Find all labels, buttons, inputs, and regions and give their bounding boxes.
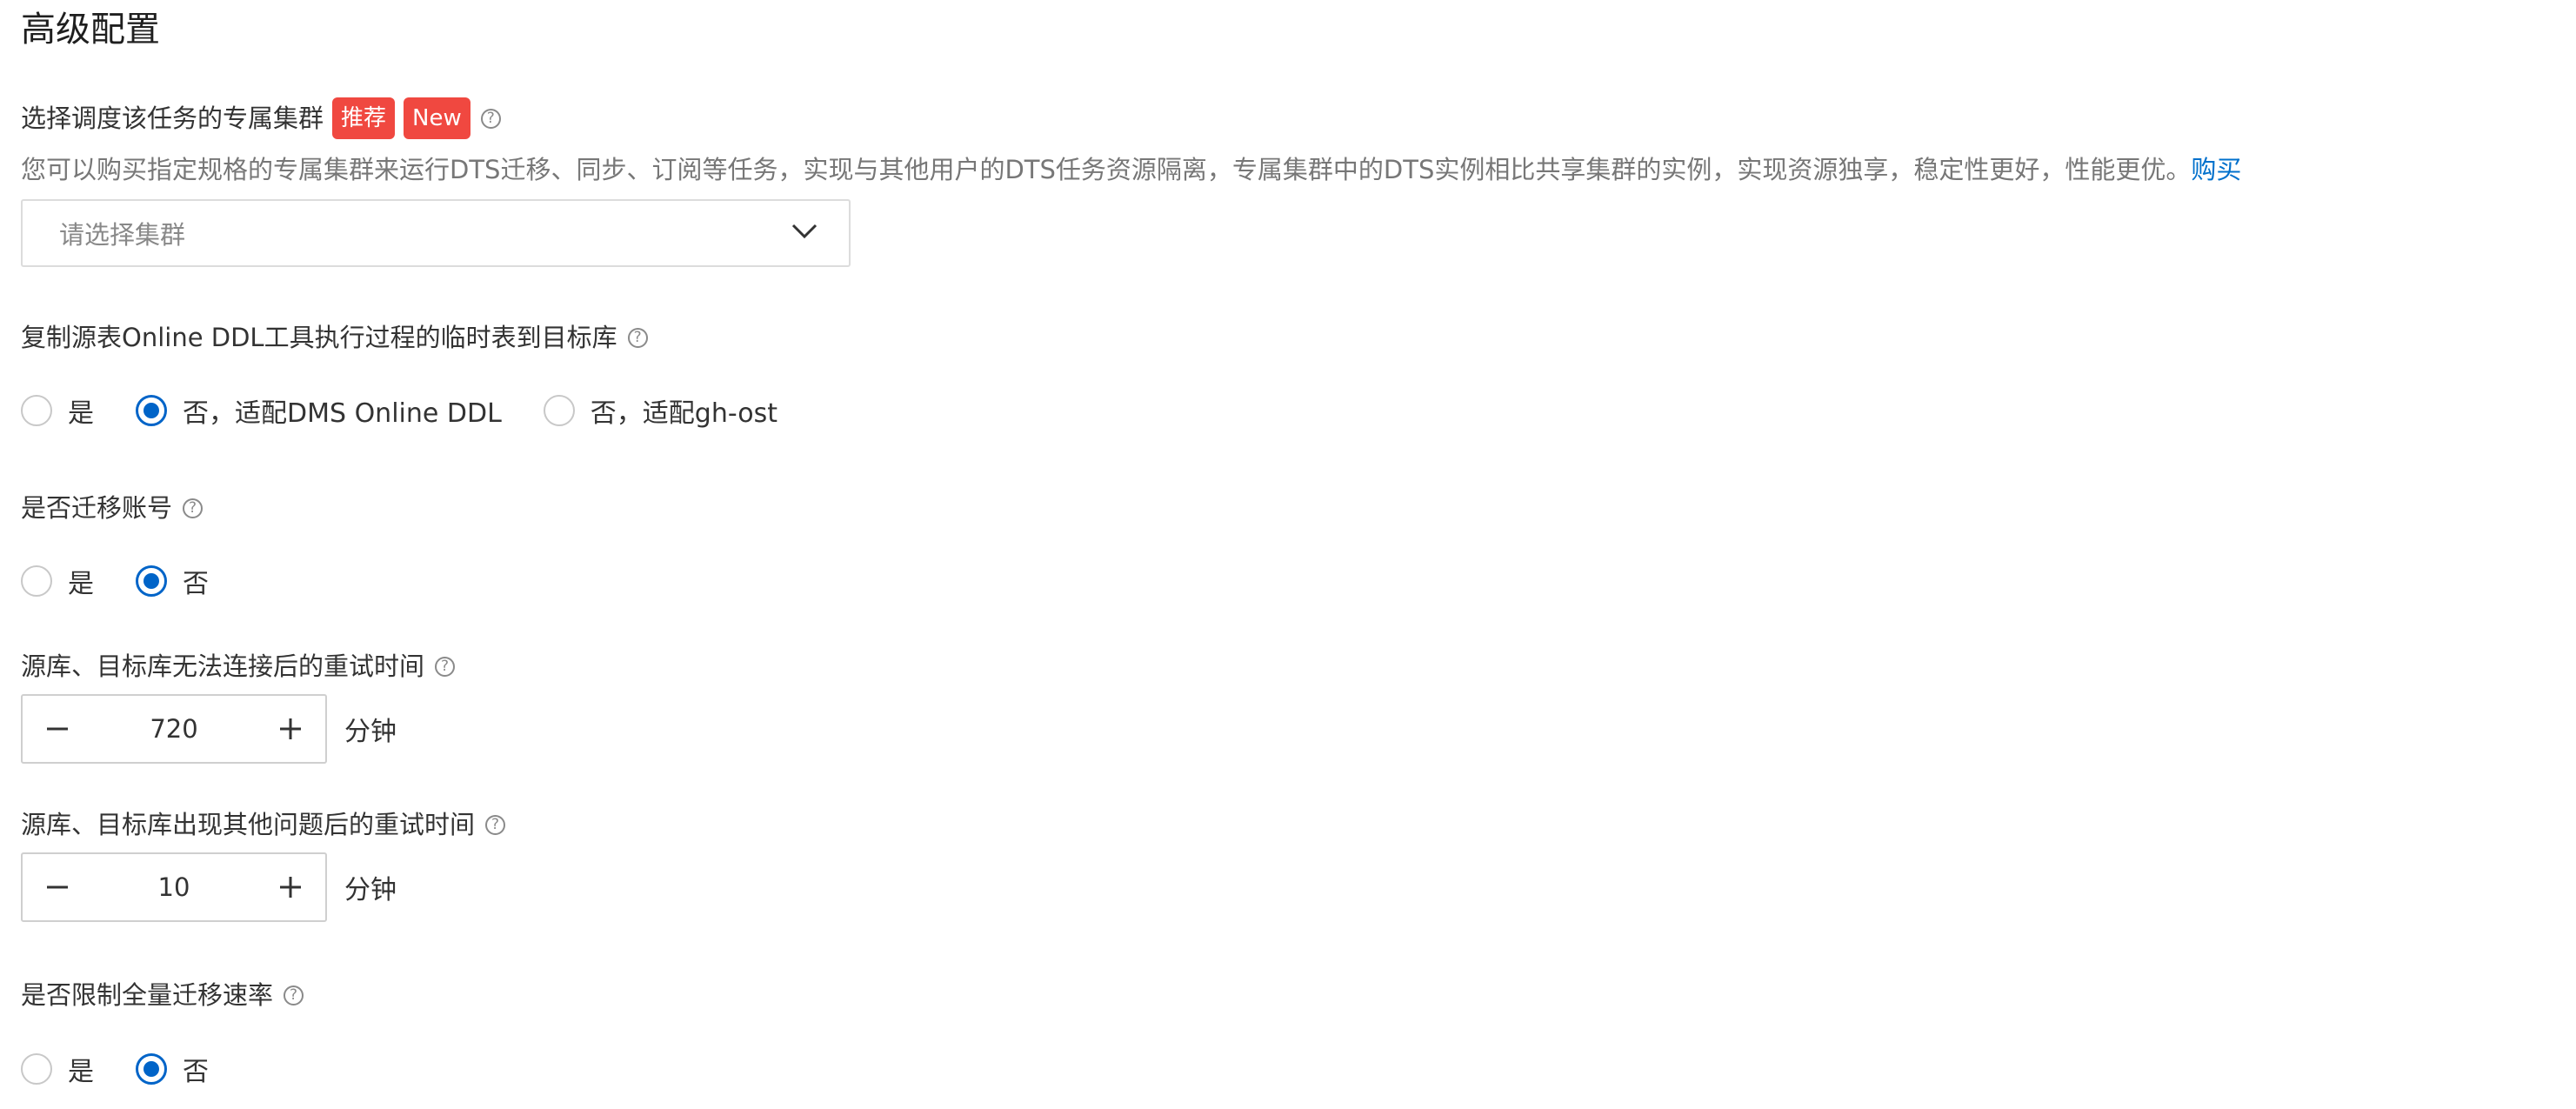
radio-button-checked[interactable] [136,1053,167,1085]
page-title: 高级配置 [21,10,160,50]
cluster-section: 选择调度该任务的专属集群 推荐 New ? [21,97,501,139]
cluster-description-text: 您可以购买指定规格的专属集群来运行DTS迁移、同步、订阅等任务，实现与其他用户的… [21,155,2192,184]
radio-button[interactable] [21,565,52,597]
help-icon[interactable]: ? [480,108,501,129]
help-icon[interactable]: ? [485,814,506,835]
online-ddl-option-ghost[interactable]: 否，适配gh-ost [543,391,777,430]
help-icon[interactable]: ? [627,327,648,348]
cluster-label: 选择调度该任务的专属集群 [21,104,324,133]
retry-other-control: 10 分钟 [21,852,397,922]
limit-rate-radio-group: 是 否 [21,1050,250,1088]
retry-other-unit: 分钟 [344,875,397,905]
retry-other-value[interactable]: 10 [92,872,256,902]
radio-button[interactable] [21,395,52,426]
radio-button-checked[interactable] [136,565,167,597]
limit-rate-section: 是否限制全量迁移速率 ? [21,978,304,1012]
migrate-account-option-no[interactable]: 否 [136,562,209,600]
minus-icon[interactable] [23,854,92,920]
chevron-down-icon [791,224,818,243]
radio-label: 否，适配DMS Online DDL [183,398,502,429]
limit-rate-label: 是否限制全量迁移速率 [21,980,274,1010]
limit-rate-option-yes[interactable]: 是 [21,1050,94,1088]
help-icon[interactable]: ? [284,985,304,1005]
radio-label: 否，适配gh-ost [590,398,777,429]
retry-other-stepper[interactable]: 10 [21,852,327,922]
radio-button[interactable] [21,1053,52,1085]
migrate-account-section: 是否迁移账号 ? [21,491,204,525]
radio-label: 是 [68,398,94,429]
radio-label: 否 [183,569,209,599]
radio-button-checked[interactable] [136,395,167,426]
minus-icon[interactable] [23,696,92,762]
retry-connect-label: 源库、目标库无法连接后的重试时间 [21,651,425,681]
cluster-description: 您可以购买指定规格的专属集群来运行DTS迁移、同步、订阅等任务，实现与其他用户的… [21,152,2241,187]
cluster-select[interactable]: 请选择集群 [21,199,851,267]
help-icon[interactable]: ? [435,656,456,677]
plus-icon[interactable] [256,854,325,920]
buy-link[interactable]: 购买 [2191,155,2241,184]
online-ddl-section: 复制源表Online DDL工具执行过程的临时表到目标库 ? [21,320,648,355]
help-icon[interactable]: ? [183,498,204,518]
cluster-select-placeholder: 请选择集群 [59,220,186,250]
retry-connect-section: 源库、目标库无法连接后的重试时间 ? [21,649,456,684]
retry-connect-stepper[interactable]: 720 [21,694,327,764]
online-ddl-option-dms[interactable]: 否，适配DMS Online DDL [136,391,502,430]
retry-connect-control: 720 分钟 [21,694,397,764]
retry-other-label: 源库、目标库出现其他问题后的重试时间 [21,810,476,839]
limit-rate-option-no[interactable]: 否 [136,1050,209,1088]
migrate-account-radio-group: 是 否 [21,562,250,600]
retry-other-section: 源库、目标库出现其他问题后的重试时间 ? [21,807,506,842]
migrate-account-label: 是否迁移账号 [21,493,173,523]
online-ddl-label: 复制源表Online DDL工具执行过程的临时表到目标库 [21,323,617,352]
radio-label: 是 [68,1057,94,1087]
retry-connect-value[interactable]: 720 [92,714,256,744]
migrate-account-option-yes[interactable]: 是 [21,562,94,600]
retry-connect-unit: 分钟 [344,717,397,747]
online-ddl-option-yes[interactable]: 是 [21,391,94,430]
new-tag: New [404,97,470,139]
plus-icon[interactable] [256,696,325,762]
radio-button[interactable] [543,395,575,426]
radio-label: 否 [183,1057,209,1087]
recommend-tag: 推荐 [332,97,396,139]
radio-label: 是 [68,569,94,599]
online-ddl-radio-group: 是 否，适配DMS Online DDL 否，适配gh-ost [21,391,819,430]
